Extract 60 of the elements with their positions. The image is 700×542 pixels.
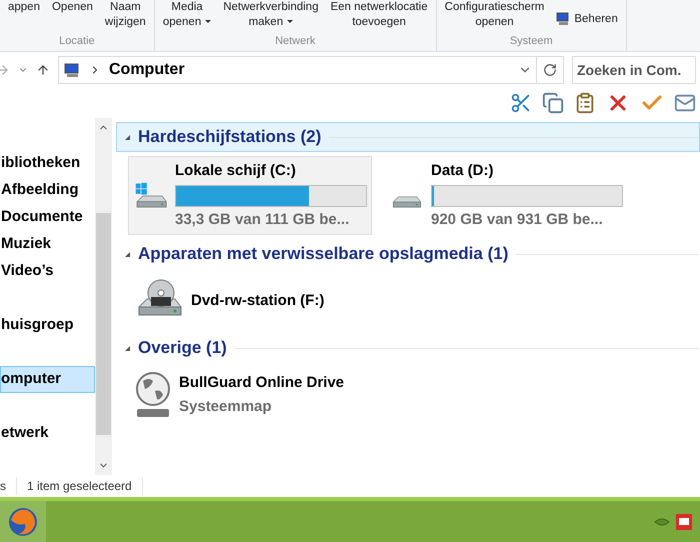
globe-drive-icon xyxy=(133,371,173,419)
taskbar-button[interactable] xyxy=(0,501,46,542)
drive-name: Data (D:) xyxy=(431,161,494,181)
drive-name: Lokale schijf (C:) xyxy=(175,161,297,181)
drive-tile[interactable]: Dvd-rw-station (F:) xyxy=(128,273,372,329)
nav-item[interactable]: omputer xyxy=(0,366,95,393)
nav-item[interactable]: Muziek xyxy=(0,231,95,258)
ribbon-button[interactable]: Een netwerklocatie toevoegen xyxy=(326,0,432,30)
scrollbar[interactable] xyxy=(95,118,112,475)
nav-item[interactable]: huisgroep xyxy=(0,312,95,339)
up-icon[interactable] xyxy=(36,63,50,77)
collapse-icon[interactable] xyxy=(125,252,130,256)
group-title: Apparaten met verwisselbare opslagmedia (1) xyxy=(138,243,508,266)
computer-icon xyxy=(556,12,570,26)
drive-detail: Systeemmap xyxy=(179,397,273,417)
copy-icon[interactable] xyxy=(542,92,564,114)
group-header[interactable]: Overige (1) xyxy=(116,333,700,363)
drive-tile[interactable]: Lokale schijf (C:) 33,3 GB van 111 GB be... xyxy=(128,156,372,235)
ribbon-group-label: Locatie xyxy=(58,34,96,48)
mail-icon[interactable] xyxy=(674,92,696,114)
search-field[interactable]: Zoeken in Com. xyxy=(572,56,696,84)
drive-name: Dvd-rw-station (F:) xyxy=(191,290,324,311)
drive-name: BullGuard Online Drive xyxy=(179,372,344,392)
nav-item[interactable]: Video’s xyxy=(0,258,95,285)
nav-item[interactable]: etwerk xyxy=(0,420,95,447)
drive-tile[interactable]: BullGuard Online Drive Systeemmap xyxy=(128,367,372,423)
cut-icon[interactable] xyxy=(510,92,532,114)
drive-detail: 920 GB van 931 GB be... xyxy=(431,210,604,230)
drive-tile[interactable]: Data (D:) 920 GB van 931 GB be... xyxy=(384,156,628,235)
status-text: 1 item geselecteerd xyxy=(17,477,143,495)
dropdown-caret-icon xyxy=(205,20,212,24)
ribbon-group-label: Systeem xyxy=(508,34,554,48)
browser-icon xyxy=(7,506,39,538)
ribbon-button[interactable]: Media openen xyxy=(158,0,216,30)
ribbon-button[interactable]: Netwerkverbinding maken xyxy=(219,0,322,30)
group-header[interactable]: Hardeschijfstations (2) xyxy=(116,122,700,152)
nav-item[interactable]: Documente xyxy=(0,204,95,231)
collapse-icon[interactable] xyxy=(125,134,130,140)
ribbon-button[interactable]: Configuratiescherm openen xyxy=(440,0,548,30)
collapse-icon[interactable] xyxy=(125,346,130,350)
nav-item[interactable]: ibliotheken xyxy=(0,150,95,177)
group-title: Overige (1) xyxy=(138,337,227,360)
address-path: Computer xyxy=(109,60,185,80)
ribbon-button[interactable]: Openen xyxy=(48,0,97,15)
refresh-icon[interactable] xyxy=(543,63,557,77)
ribbon-button[interactable]: Naam wijzigen xyxy=(100,0,150,30)
ribbon-button[interactable]: appen xyxy=(4,0,44,15)
dropdown-caret-icon xyxy=(287,20,294,24)
ribbon-button[interactable]: Beheren xyxy=(552,0,622,27)
nav-item[interactable]: Afbeelding xyxy=(0,177,95,204)
group-header[interactable]: Apparaten met verwisselbare opslagmedia (1) xyxy=(116,239,700,269)
paste-icon[interactable] xyxy=(574,92,596,114)
address-bar[interactable]: Computer xyxy=(58,56,564,84)
group-title: Hardeschijfstations (2) xyxy=(138,126,322,148)
ribbon-group-label: Netwerk xyxy=(274,34,316,48)
shield-tray-icon[interactable] xyxy=(676,514,692,530)
drive-detail: 33,3 GB van 111 GB be... xyxy=(175,210,350,230)
computer-icon xyxy=(63,62,81,78)
status-text: s xyxy=(0,477,17,495)
scrollbar-thumb[interactable] xyxy=(96,213,111,435)
